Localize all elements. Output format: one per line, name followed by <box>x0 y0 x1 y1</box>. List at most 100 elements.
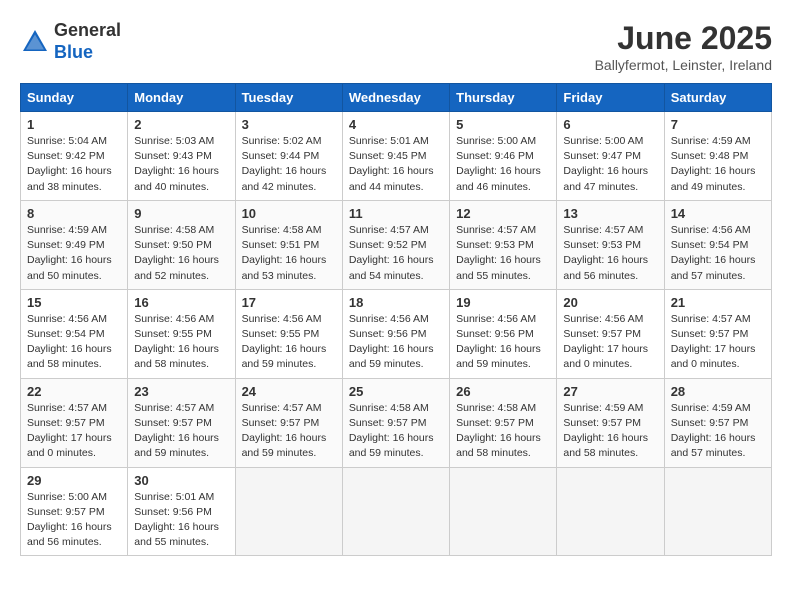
calendar-header-row: SundayMondayTuesdayWednesdayThursdayFrid… <box>21 84 772 112</box>
calendar-cell: 15 Sunrise: 4:56 AMSunset: 9:54 PMDaylig… <box>21 289 128 378</box>
day-info: Sunrise: 4:56 AMSunset: 9:54 PMDaylight:… <box>671 224 756 282</box>
day-info: Sunrise: 4:56 AMSunset: 9:56 PMDaylight:… <box>456 313 541 371</box>
calendar-cell: 14 Sunrise: 4:56 AMSunset: 9:54 PMDaylig… <box>664 200 771 289</box>
calendar-cell: 7 Sunrise: 4:59 AMSunset: 9:48 PMDayligh… <box>664 112 771 201</box>
day-number: 22 <box>27 384 121 399</box>
day-number: 13 <box>563 206 657 221</box>
day-number: 4 <box>349 117 443 132</box>
calendar-cell: 24 Sunrise: 4:57 AMSunset: 9:57 PMDaylig… <box>235 378 342 467</box>
logo-text: General Blue <box>54 20 121 63</box>
day-info: Sunrise: 4:59 AMSunset: 9:49 PMDaylight:… <box>27 224 112 282</box>
calendar-cell: 22 Sunrise: 4:57 AMSunset: 9:57 PMDaylig… <box>21 378 128 467</box>
month-title: June 2025 <box>595 20 772 57</box>
calendar-cell: 16 Sunrise: 4:56 AMSunset: 9:55 PMDaylig… <box>128 289 235 378</box>
calendar-cell: 10 Sunrise: 4:58 AMSunset: 9:51 PMDaylig… <box>235 200 342 289</box>
col-header-friday: Friday <box>557 84 664 112</box>
day-info: Sunrise: 4:57 AMSunset: 9:53 PMDaylight:… <box>563 224 648 282</box>
day-number: 23 <box>134 384 228 399</box>
calendar-cell: 3 Sunrise: 5:02 AMSunset: 9:44 PMDayligh… <box>235 112 342 201</box>
day-info: Sunrise: 4:57 AMSunset: 9:57 PMDaylight:… <box>242 402 327 460</box>
calendar-cell: 6 Sunrise: 5:00 AMSunset: 9:47 PMDayligh… <box>557 112 664 201</box>
calendar-cell <box>235 467 342 556</box>
day-number: 8 <box>27 206 121 221</box>
day-info: Sunrise: 4:58 AMSunset: 9:50 PMDaylight:… <box>134 224 219 282</box>
calendar-cell: 18 Sunrise: 4:56 AMSunset: 9:56 PMDaylig… <box>342 289 449 378</box>
calendar-cell: 26 Sunrise: 4:58 AMSunset: 9:57 PMDaylig… <box>450 378 557 467</box>
logo: General Blue <box>20 20 121 63</box>
day-info: Sunrise: 4:56 AMSunset: 9:56 PMDaylight:… <box>349 313 434 371</box>
day-number: 15 <box>27 295 121 310</box>
calendar-cell <box>450 467 557 556</box>
day-info: Sunrise: 4:58 AMSunset: 9:51 PMDaylight:… <box>242 224 327 282</box>
day-number: 19 <box>456 295 550 310</box>
calendar-cell: 19 Sunrise: 4:56 AMSunset: 9:56 PMDaylig… <box>450 289 557 378</box>
col-header-thursday: Thursday <box>450 84 557 112</box>
calendar-cell: 27 Sunrise: 4:59 AMSunset: 9:57 PMDaylig… <box>557 378 664 467</box>
page-header: General Blue June 2025 Ballyfermot, Lein… <box>20 20 772 73</box>
calendar-cell: 20 Sunrise: 4:56 AMSunset: 9:57 PMDaylig… <box>557 289 664 378</box>
day-number: 12 <box>456 206 550 221</box>
calendar-cell: 13 Sunrise: 4:57 AMSunset: 9:53 PMDaylig… <box>557 200 664 289</box>
day-info: Sunrise: 5:01 AMSunset: 9:45 PMDaylight:… <box>349 135 434 193</box>
day-info: Sunrise: 4:57 AMSunset: 9:52 PMDaylight:… <box>349 224 434 282</box>
day-number: 10 <box>242 206 336 221</box>
day-number: 7 <box>671 117 765 132</box>
day-number: 25 <box>349 384 443 399</box>
day-number: 2 <box>134 117 228 132</box>
day-info: Sunrise: 4:59 AMSunset: 9:48 PMDaylight:… <box>671 135 756 193</box>
calendar-cell: 30 Sunrise: 5:01 AMSunset: 9:56 PMDaylig… <box>128 467 235 556</box>
day-number: 26 <box>456 384 550 399</box>
day-info: Sunrise: 4:58 AMSunset: 9:57 PMDaylight:… <box>349 402 434 460</box>
calendar-cell: 12 Sunrise: 4:57 AMSunset: 9:53 PMDaylig… <box>450 200 557 289</box>
day-number: 24 <box>242 384 336 399</box>
calendar-cell: 1 Sunrise: 5:04 AMSunset: 9:42 PMDayligh… <box>21 112 128 201</box>
day-info: Sunrise: 4:56 AMSunset: 9:54 PMDaylight:… <box>27 313 112 371</box>
calendar-cell: 23 Sunrise: 4:57 AMSunset: 9:57 PMDaylig… <box>128 378 235 467</box>
day-info: Sunrise: 5:00 AMSunset: 9:46 PMDaylight:… <box>456 135 541 193</box>
day-number: 17 <box>242 295 336 310</box>
day-number: 14 <box>671 206 765 221</box>
calendar-week-row: 15 Sunrise: 4:56 AMSunset: 9:54 PMDaylig… <box>21 289 772 378</box>
calendar-cell <box>342 467 449 556</box>
calendar-cell: 28 Sunrise: 4:59 AMSunset: 9:57 PMDaylig… <box>664 378 771 467</box>
day-info: Sunrise: 5:04 AMSunset: 9:42 PMDaylight:… <box>27 135 112 193</box>
day-number: 21 <box>671 295 765 310</box>
col-header-monday: Monday <box>128 84 235 112</box>
day-info: Sunrise: 4:59 AMSunset: 9:57 PMDaylight:… <box>563 402 648 460</box>
day-info: Sunrise: 5:01 AMSunset: 9:56 PMDaylight:… <box>134 491 219 549</box>
day-info: Sunrise: 4:57 AMSunset: 9:57 PMDaylight:… <box>671 313 756 371</box>
day-number: 5 <box>456 117 550 132</box>
day-info: Sunrise: 4:56 AMSunset: 9:57 PMDaylight:… <box>563 313 648 371</box>
day-number: 9 <box>134 206 228 221</box>
day-number: 1 <box>27 117 121 132</box>
day-info: Sunrise: 4:59 AMSunset: 9:57 PMDaylight:… <box>671 402 756 460</box>
calendar-week-row: 22 Sunrise: 4:57 AMSunset: 9:57 PMDaylig… <box>21 378 772 467</box>
calendar-cell: 4 Sunrise: 5:01 AMSunset: 9:45 PMDayligh… <box>342 112 449 201</box>
title-block: June 2025 Ballyfermot, Leinster, Ireland <box>595 20 772 73</box>
day-info: Sunrise: 4:57 AMSunset: 9:57 PMDaylight:… <box>27 402 112 460</box>
day-number: 18 <box>349 295 443 310</box>
day-info: Sunrise: 4:58 AMSunset: 9:57 PMDaylight:… <box>456 402 541 460</box>
day-number: 3 <box>242 117 336 132</box>
day-info: Sunrise: 5:00 AMSunset: 9:57 PMDaylight:… <box>27 491 112 549</box>
calendar-cell <box>557 467 664 556</box>
day-number: 16 <box>134 295 228 310</box>
col-header-wednesday: Wednesday <box>342 84 449 112</box>
day-number: 30 <box>134 473 228 488</box>
calendar-cell: 9 Sunrise: 4:58 AMSunset: 9:50 PMDayligh… <box>128 200 235 289</box>
day-info: Sunrise: 4:57 AMSunset: 9:53 PMDaylight:… <box>456 224 541 282</box>
calendar-cell: 11 Sunrise: 4:57 AMSunset: 9:52 PMDaylig… <box>342 200 449 289</box>
day-info: Sunrise: 5:03 AMSunset: 9:43 PMDaylight:… <box>134 135 219 193</box>
calendar-cell: 17 Sunrise: 4:56 AMSunset: 9:55 PMDaylig… <box>235 289 342 378</box>
calendar-cell: 2 Sunrise: 5:03 AMSunset: 9:43 PMDayligh… <box>128 112 235 201</box>
location-subtitle: Ballyfermot, Leinster, Ireland <box>595 57 772 73</box>
calendar-cell: 25 Sunrise: 4:58 AMSunset: 9:57 PMDaylig… <box>342 378 449 467</box>
day-info: Sunrise: 5:02 AMSunset: 9:44 PMDaylight:… <box>242 135 327 193</box>
calendar-table: SundayMondayTuesdayWednesdayThursdayFrid… <box>20 83 772 556</box>
col-header-tuesday: Tuesday <box>235 84 342 112</box>
calendar-cell: 29 Sunrise: 5:00 AMSunset: 9:57 PMDaylig… <box>21 467 128 556</box>
col-header-saturday: Saturday <box>664 84 771 112</box>
logo-icon <box>20 27 50 57</box>
calendar-week-row: 1 Sunrise: 5:04 AMSunset: 9:42 PMDayligh… <box>21 112 772 201</box>
day-number: 27 <box>563 384 657 399</box>
